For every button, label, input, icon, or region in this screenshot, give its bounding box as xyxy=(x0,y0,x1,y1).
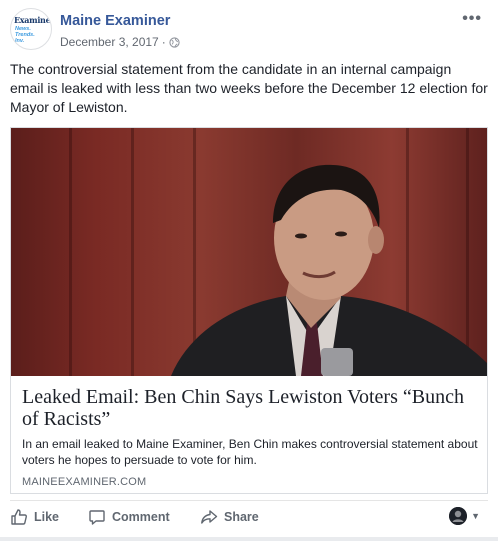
reaction-identity-selector[interactable]: ▼ xyxy=(449,507,480,525)
page-avatar[interactable]: Examiner News. Trends. Inv. xyxy=(10,8,52,50)
avatar-logo-text: Examiner xyxy=(14,15,52,25)
comment-button[interactable]: Comment xyxy=(88,505,170,529)
thumbs-up-icon xyxy=(11,509,27,525)
post-date[interactable]: December 3, 2017 xyxy=(60,35,159,49)
post-header: Examiner News. Trends. Inv. Maine Examin… xyxy=(10,8,488,56)
link-preview-card[interactable]: Leaked Email: Ben Chin Says Lewiston Vot… xyxy=(10,127,488,494)
post-text: The controversial statement from the can… xyxy=(10,61,488,115)
share-label: Share xyxy=(224,510,259,524)
post-bottom-border xyxy=(0,537,498,541)
share-button[interactable]: Share xyxy=(200,505,259,529)
comment-label: Comment xyxy=(112,510,170,524)
like-button[interactable]: Like xyxy=(10,505,59,529)
user-avatar xyxy=(449,507,468,525)
speaker-photo xyxy=(171,164,487,376)
link-domain: MAINEEXAMINER.COM xyxy=(22,476,147,488)
share-arrow-icon xyxy=(201,510,218,524)
link-preview-image[interactable] xyxy=(11,128,487,376)
avatar-logo-subtext: News. Trends. Inv. xyxy=(15,26,35,44)
page-name-link[interactable]: Maine Examiner xyxy=(60,13,170,29)
meta-separator: · xyxy=(161,35,166,49)
comment-bubble-icon xyxy=(89,510,105,525)
like-label: Like xyxy=(34,510,60,524)
facebook-post: Examiner News. Trends. Inv. Maine Examin… xyxy=(0,0,498,541)
link-title[interactable]: Leaked Email: Ben Chin Says Lewiston Vot… xyxy=(22,386,478,430)
globe-icon[interactable] xyxy=(169,36,180,48)
action-bar: Like Comment Share ▼ xyxy=(10,502,488,532)
more-options-icon[interactable]: ••• xyxy=(462,10,482,28)
link-description: In an email leaked to Maine Examiner, Be… xyxy=(22,437,478,467)
chevron-down-icon: ▼ xyxy=(471,511,480,521)
action-divider xyxy=(10,500,488,501)
post-meta: December 3, 2017 · xyxy=(60,35,180,49)
